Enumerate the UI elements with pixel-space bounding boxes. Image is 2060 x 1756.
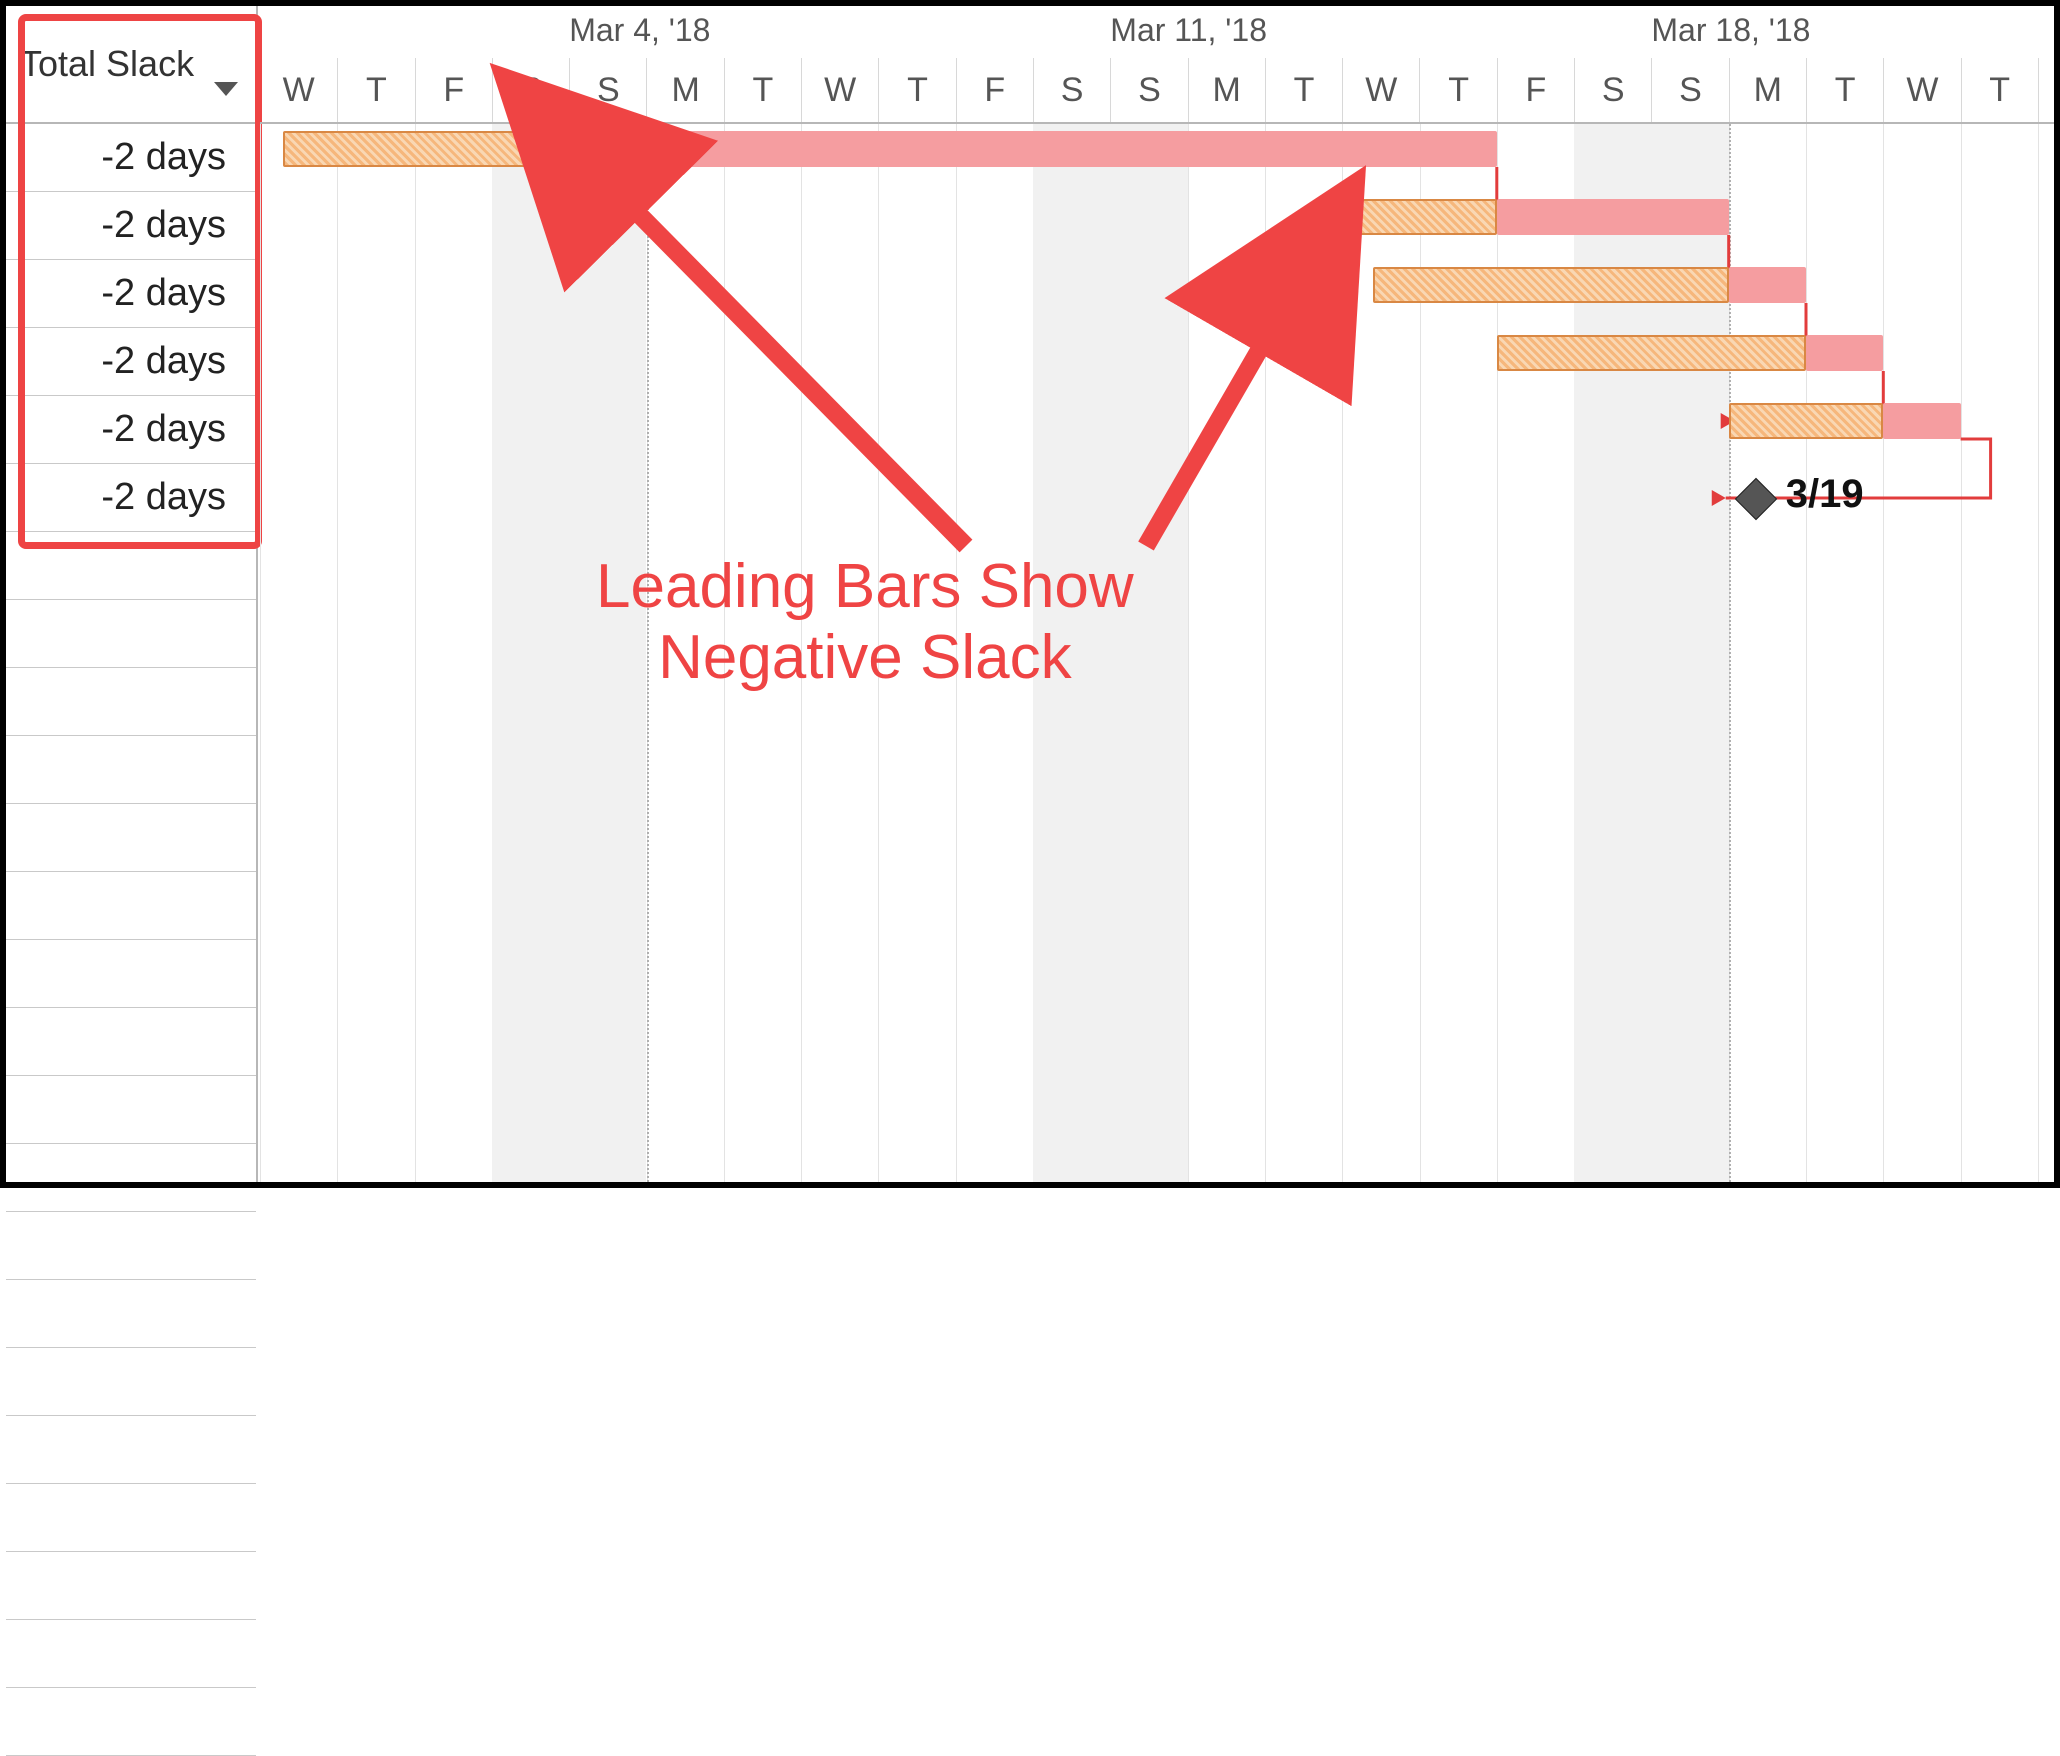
table-row[interactable]: -2 days	[6, 192, 256, 260]
timeline-body: 3/19	[260, 124, 2054, 1182]
day-cell: T	[1265, 58, 1342, 122]
table-row[interactable]	[6, 532, 256, 600]
milestone-diamond[interactable]	[1735, 478, 1777, 520]
chevron-down-icon[interactable]	[214, 82, 238, 96]
day-letters-row: WTFSSMTWTFSSMTWTFSSMTWTF	[260, 58, 2054, 122]
negative-slack-bar	[1883, 403, 1960, 439]
day-cell: T	[1961, 58, 2038, 122]
negative-slack-bar	[647, 131, 1497, 167]
day-cell: M	[1729, 58, 1806, 122]
total-slack-column: Total Slack -2 days-2 days-2 days-2 days…	[6, 6, 258, 1182]
day-cell: T	[337, 58, 414, 122]
day-cell: S	[569, 58, 646, 122]
task-bar[interactable]	[1342, 199, 1497, 235]
annotation-line1: Leading Bars Show	[596, 551, 1134, 622]
table-row[interactable]: -2 days	[6, 260, 256, 328]
table-row[interactable]	[6, 1552, 256, 1620]
annotation-line2: Negative Slack	[596, 622, 1134, 693]
table-row[interactable]: -2 days	[6, 328, 256, 396]
week-label: Mar 18, '18	[1651, 12, 1810, 49]
column-header-label: Total Slack	[20, 43, 194, 84]
day-cell: W	[260, 58, 337, 122]
week-labels: Mar 4, '18 Mar 11, '18 Mar 18, '18	[260, 6, 2054, 58]
day-cell: T	[878, 58, 955, 122]
day-cell: W	[1883, 58, 1960, 122]
table-row[interactable]: -2 days	[6, 396, 256, 464]
day-cell: F	[415, 58, 492, 122]
gantt-row	[260, 328, 2054, 396]
table-row[interactable]	[6, 600, 256, 668]
table-row[interactable]	[6, 1144, 256, 1212]
day-cell: F	[1497, 58, 1574, 122]
negative-slack-bar	[1729, 267, 1806, 303]
table-row[interactable]	[6, 804, 256, 872]
negative-slack-bar	[1497, 199, 1729, 235]
negative-slack-bar	[1806, 335, 1883, 371]
column-header-total-slack[interactable]: Total Slack	[6, 6, 256, 124]
day-cell: M	[646, 58, 723, 122]
milestone-label: 3/19	[1786, 472, 1864, 517]
table-row[interactable]	[6, 940, 256, 1008]
day-cell: W	[801, 58, 878, 122]
day-cell: S	[1110, 58, 1187, 122]
day-cell: T	[1419, 58, 1496, 122]
day-cell: F	[956, 58, 1033, 122]
week-label: Mar 4, '18	[569, 12, 710, 49]
day-cell: S	[1651, 58, 1728, 122]
table-row[interactable]: -2 days	[6, 124, 256, 192]
task-bar[interactable]	[1497, 335, 1806, 371]
table-row[interactable]	[6, 1212, 256, 1280]
task-bar[interactable]	[1729, 403, 1884, 439]
table-row[interactable]	[6, 1280, 256, 1348]
table-row[interactable]	[6, 1688, 256, 1756]
task-bar[interactable]	[1373, 267, 1729, 303]
table-row[interactable]	[6, 736, 256, 804]
timeline-header: Mar 4, '18Mar 11, '18Mar 18, '18 WTFSSMT…	[260, 6, 2054, 124]
table-row[interactable]: -2 days	[6, 464, 256, 532]
day-cell: T	[1806, 58, 1883, 122]
table-row[interactable]	[6, 1620, 256, 1688]
gantt-row	[260, 192, 2054, 260]
annotation-caption: Leading Bars Show Negative Slack	[596, 551, 1134, 694]
table-row[interactable]	[6, 1348, 256, 1416]
day-cell: T	[724, 58, 801, 122]
gantt-row	[260, 260, 2054, 328]
day-cell: F	[2038, 58, 2060, 122]
task-bar[interactable]	[283, 131, 646, 167]
table-row[interactable]	[6, 1416, 256, 1484]
gantt-row: 3/19	[260, 464, 2054, 532]
day-cell: W	[1342, 58, 1419, 122]
table-row[interactable]	[6, 872, 256, 940]
day-cell: S	[492, 58, 569, 122]
week-label: Mar 11, '18	[1110, 12, 1267, 49]
table-rows: -2 days-2 days-2 days-2 days-2 days-2 da…	[6, 124, 256, 1756]
day-cell: S	[1574, 58, 1651, 122]
gantt-timeline: Mar 4, '18Mar 11, '18Mar 18, '18 WTFSSMT…	[260, 6, 2054, 1182]
table-row[interactable]	[6, 1008, 256, 1076]
table-row[interactable]	[6, 668, 256, 736]
gantt-row	[260, 124, 2054, 192]
table-row[interactable]	[6, 1076, 256, 1144]
day-cell: M	[1188, 58, 1265, 122]
gantt-row	[260, 396, 2054, 464]
day-cell: S	[1033, 58, 1110, 122]
table-row[interactable]	[6, 1484, 256, 1552]
